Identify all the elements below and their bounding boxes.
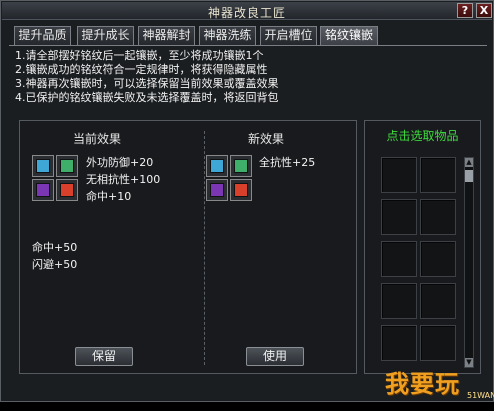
panel-divider (204, 131, 205, 365)
item-slot[interactable] (420, 241, 456, 277)
tab-divider (9, 45, 487, 46)
keep-button[interactable]: 保留 (75, 347, 133, 366)
hidden-stat: 命中+50 (32, 241, 78, 254)
gem-slot-green[interactable] (56, 155, 78, 177)
item-slot[interactable] (381, 283, 417, 319)
tab-inlay[interactable]: 铭纹镶嵌 (320, 26, 378, 46)
instruction-line: 2.镶嵌成功的铭纹符合一定规律时，将获得隐藏属性 (15, 63, 268, 76)
help-button[interactable]: ? (457, 3, 473, 18)
tab-quality[interactable]: 提升品质 (14, 26, 71, 45)
title-bar: 神器改良工匠 ? X (2, 2, 492, 20)
gem-red-icon (60, 183, 74, 197)
tab-open-slot[interactable]: 开启槽位 (260, 26, 317, 45)
close-button[interactable]: X (476, 3, 492, 18)
scroll-thumb[interactable] (465, 170, 473, 182)
gem-blue-icon (210, 159, 224, 173)
new-gem-grid (206, 155, 254, 203)
instruction-line: 1.请全部摆好铭纹后一起镶嵌，至少将成功镶嵌1个 (15, 49, 264, 62)
window-title: 神器改良工匠 (207, 6, 286, 20)
gem-red-icon (234, 183, 248, 197)
instructions: 1.请全部摆好铭纹后一起镶嵌，至少将成功镶嵌1个 2.镶嵌成功的铭纹符合一定规律… (15, 49, 485, 105)
tab-refine[interactable]: 神器洗练 (199, 26, 256, 45)
item-picker-title: 点击选取物品 (386, 129, 459, 143)
scroll-down-icon[interactable]: ▼ (465, 358, 473, 367)
gem-purple-icon (210, 183, 224, 197)
gem-slot-red[interactable] (230, 179, 252, 201)
current-stat: 外功防御+20 (86, 156, 154, 169)
gem-slot-blue[interactable] (206, 155, 228, 177)
gem-purple-icon (36, 183, 50, 197)
tab-growth[interactable]: 提升成长 (77, 26, 134, 45)
instruction-line: 3.神器再次镶嵌时，可以选择保留当前效果或覆盖效果 (15, 77, 279, 90)
tab-unseal[interactable]: 神器解封 (138, 26, 195, 45)
instruction-line: 4.已保护的铭纹镶嵌失败及未选择覆盖时，将返回背包 (15, 91, 279, 104)
item-slot[interactable] (420, 325, 456, 361)
item-slot[interactable] (381, 325, 417, 361)
item-slot[interactable] (420, 199, 456, 235)
gem-green-icon (60, 159, 74, 173)
new-stat: 全抗性+25 (259, 156, 316, 169)
current-stat: 无相抗性+100 (86, 173, 161, 186)
current-gem-grid (32, 155, 80, 203)
gem-slot-purple[interactable] (206, 179, 228, 201)
item-picker-panel: 点击选取物品 ▲ ▼ (364, 120, 481, 374)
game-window: 神器改良工匠 ? X 提升品质 提升成长 神器解封 神器洗练 开启槽位 铭纹镶嵌… (0, 0, 494, 402)
effects-panel: 当前效果 新效果 外功防御+20 无相抗性+100 命中+10 命中+50 闪避… (19, 120, 357, 374)
scroll-up-icon[interactable]: ▲ (465, 158, 473, 167)
gem-slot-blue[interactable] (32, 155, 54, 177)
item-slot[interactable] (420, 157, 456, 193)
scrollbar[interactable]: ▲ ▼ (464, 157, 474, 368)
item-slot[interactable] (381, 199, 417, 235)
gem-slot-green[interactable] (230, 155, 252, 177)
watermark-site: 51WAN (467, 391, 494, 400)
gem-slot-red[interactable] (56, 179, 78, 201)
item-slot[interactable] (381, 241, 417, 277)
item-slot[interactable] (381, 157, 417, 193)
watermark-logo-text: 我要玩 (385, 370, 460, 398)
gem-blue-icon (36, 159, 50, 173)
gem-slot-purple[interactable] (32, 179, 54, 201)
current-stat: 命中+10 (86, 190, 132, 203)
new-effect-title: 新效果 (248, 132, 285, 146)
gem-green-icon (234, 159, 248, 173)
item-slot[interactable] (420, 283, 456, 319)
hidden-stat: 闪避+50 (32, 258, 78, 271)
current-effect-title: 当前效果 (73, 132, 122, 146)
use-button[interactable]: 使用 (246, 347, 304, 366)
watermark-logo: 我要玩 51WAN (385, 369, 494, 403)
